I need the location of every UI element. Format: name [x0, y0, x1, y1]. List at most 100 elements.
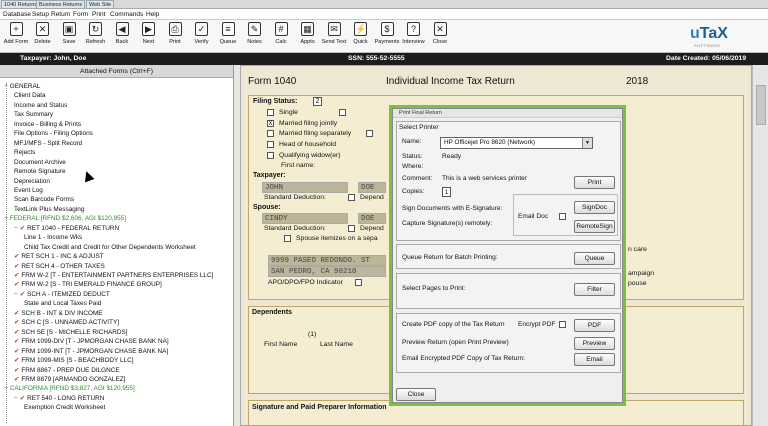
email-button[interactable]: Email — [574, 353, 615, 366]
collapse-icon[interactable]: − — [4, 83, 8, 90]
qw-checkbox[interactable] — [267, 152, 274, 159]
tree-item[interactable]: MFJ/MFS - Split Record — [14, 140, 82, 148]
signdoc-button[interactable]: SignDoc — [574, 201, 615, 214]
tab-business-returns[interactable]: Business Returns — [36, 0, 86, 9]
collapse-icon[interactable]: − — [4, 215, 8, 222]
tree-item[interactable]: Document Archive — [14, 159, 66, 167]
tree-item[interactable]: ✔ FRM W-2 [S - TRI EMERALD FINANCE GROUP] — [14, 281, 162, 289]
filing-status-value[interactable]: 2 — [313, 97, 322, 106]
tree-item[interactable]: − FEDERAL [RFND $2,606, AGI $120,955] — [4, 215, 126, 223]
single-checkbox[interactable] — [267, 109, 274, 116]
single-secondary-checkbox[interactable] — [339, 109, 346, 116]
preview-button[interactable]: Preview — [574, 337, 615, 350]
tree-item[interactable]: State and Local Taxes Paid — [24, 300, 101, 308]
tree-item[interactable]: Scan Barcode Forms — [14, 196, 74, 204]
menu-print[interactable]: Print — [92, 10, 105, 19]
print-button[interactable]: Print — [574, 176, 615, 189]
tree-item[interactable]: Child Tax Credit and Credit for Other De… — [24, 244, 196, 252]
printer-select[interactable]: HP Officejet Pro 8620 (Network) ▼ — [440, 137, 593, 149]
preview-label: Preview Return (open Print Preview) — [402, 339, 509, 346]
tree-item[interactable]: ✔ SCH SE [S - MICHELLE RICHARDS] — [14, 329, 128, 337]
menu-help[interactable]: Help — [146, 10, 159, 19]
menu-form[interactable]: Form — [73, 10, 88, 19]
tree-item[interactable]: File Options - Filing Options — [14, 130, 93, 138]
std-deduction-checkbox[interactable] — [348, 194, 355, 201]
tab-web-site[interactable]: Web Site — [86, 0, 115, 9]
tree-item[interactable]: Remote Signature — [14, 168, 66, 176]
tab-1040-returns[interactable]: 1040 Returns — [1, 0, 41, 9]
tree-item[interactable]: − ✔ SCH A - ITEMIZED DEDUCT — [14, 291, 110, 299]
menu-bar: Database Setup Return Form Print Command… — [0, 9, 768, 20]
taxpayer-last-input[interactable]: DOE — [358, 182, 386, 193]
filter-button[interactable]: Filter — [574, 283, 615, 296]
encrypt-pdf-label: Encrypt PDF — [518, 321, 556, 328]
chevron-down-icon[interactable]: ▼ — [582, 138, 592, 148]
tree-item-label: Line 1 - Income Wks — [24, 234, 83, 242]
tree-item[interactable]: Income and Status — [14, 102, 67, 110]
tree-item[interactable]: ✔ RET SCH 4 - OTHER TAXES — [14, 263, 105, 271]
tree-item[interactable]: ✔ RET SCH 1 - INC & ADJUST — [14, 253, 104, 261]
spouse-first-input[interactable]: CINDY — [262, 213, 348, 224]
tree-item[interactable]: Tax Summary — [14, 111, 53, 119]
apo-checkbox[interactable] — [355, 279, 362, 286]
tree-item[interactable]: Event Log — [14, 187, 43, 195]
address-line2[interactable]: SAN PEDRO, CA 90210 — [268, 266, 386, 277]
tree-item-label: FRM W-2 [S - TRI EMERALD FINANCE GROUP] — [21, 281, 162, 289]
tree-item[interactable]: Invoice - Billing & Prints — [14, 121, 81, 129]
tree-item-label: FRM 1099-MIS [S - BEACHBODY LLC] — [21, 357, 134, 365]
tree-item[interactable]: TextLink Plus Messaging — [14, 206, 84, 214]
tree-item[interactable]: Exemption Credit Worksheet — [24, 404, 105, 412]
mfj-checkbox[interactable]: X — [267, 120, 274, 127]
tree-item[interactable]: ✔ FRM 8867 - PREP DUE DILGNCE — [14, 367, 120, 375]
tree-item[interactable]: ✔ SCH C [S - UNNAMED ACTIVITY] — [14, 319, 119, 327]
menu-return[interactable]: Return — [51, 10, 71, 19]
tree-item[interactable]: Depreciation — [14, 178, 50, 186]
tree-item[interactable]: Client Data — [14, 92, 46, 100]
spouse-last-input[interactable]: DOE — [358, 213, 386, 224]
tree-item[interactable]: ✔ FRM 1099-DIV [T - JPMORGAN CHASE BANK N… — [14, 338, 169, 346]
tree-item[interactable]: ✔ FRM 8879 [ARMANDO GONZALEZ] — [14, 376, 125, 384]
remotesign-button[interactable]: RemoteSign — [574, 220, 615, 233]
back-icon: ◀ — [115, 22, 129, 36]
spouse-std-deduction-checkbox[interactable] — [348, 225, 355, 232]
mfs-secondary-checkbox[interactable] — [366, 130, 373, 137]
encrypt-pdf-checkbox[interactable] — [559, 321, 566, 328]
tree-item[interactable]: ✔ FRM W-2 [T - ENTERTAINMENT PARTNERS ENT… — [14, 272, 213, 280]
tree-item[interactable]: ✔ FRM 1099-INT [T - JPMORGAN CHASE BANK N… — [14, 348, 168, 356]
email-doc-checkbox[interactable] — [559, 213, 566, 220]
tree-item[interactable]: Line 1 - Income Wks — [24, 234, 82, 242]
collapse-icon[interactable]: − — [14, 291, 18, 298]
taxpayer-first-input[interactable]: JOHN — [262, 182, 348, 193]
tree-item[interactable]: − CALIFORNIA [RFND $3,827, AGI $120,955] — [4, 385, 135, 393]
attached-forms-header[interactable]: Attached Forms (Ctrl+F) — [0, 65, 233, 78]
address-line1[interactable]: 9999 PASEO REDONDO. ST — [268, 255, 386, 266]
collapse-icon[interactable]: − — [14, 225, 18, 232]
scrollbar-thumb[interactable] — [756, 85, 766, 125]
tree-item-label: RET 540 - LONG RETURN — [27, 394, 105, 402]
tree-item[interactable]: − GENERAL — [4, 83, 40, 91]
hoh-checkbox[interactable] — [267, 141, 274, 148]
menu-setup[interactable]: Setup — [32, 10, 49, 19]
toolbar-button-close[interactable]: ✕ Close — [424, 22, 456, 51]
payments-icon: $ — [380, 22, 394, 36]
tree-item[interactable]: ✔ SCH B - INT & DIV INCOME — [14, 310, 103, 318]
tree-item[interactable]: − ✔ RET 540 - LONG RETURN — [14, 395, 104, 403]
copies-input[interactable]: 1 — [442, 187, 451, 197]
collapse-icon[interactable]: − — [4, 385, 8, 392]
menu-database[interactable]: Database — [3, 10, 31, 19]
pdf-button[interactable]: PDF — [574, 319, 615, 332]
tree-item-label: Document Archive — [14, 158, 66, 166]
close-button[interactable]: Close — [396, 388, 436, 401]
spouse-itemizes-checkbox[interactable] — [284, 235, 291, 242]
utax-logo: uTaX SOFTWARE — [690, 25, 740, 49]
mfs-checkbox[interactable] — [267, 130, 274, 137]
filing-status-label: Filing Status: — [253, 98, 298, 105]
checkmark-icon: ✔ — [19, 224, 26, 232]
tree-item[interactable]: − ✔ RET 1040 - FEDERAL RETURN — [14, 225, 119, 233]
tree-item[interactable]: Rejects — [14, 149, 35, 157]
queue-button[interactable]: Queue — [574, 252, 615, 265]
vertical-scrollbar[interactable] — [752, 65, 768, 426]
collapse-icon[interactable]: − — [14, 395, 18, 402]
tree-item[interactable]: ✔ FRM 1099-MIS [S - BEACHBODY LLC] — [14, 357, 133, 365]
menu-commands[interactable]: Commands — [110, 10, 143, 19]
